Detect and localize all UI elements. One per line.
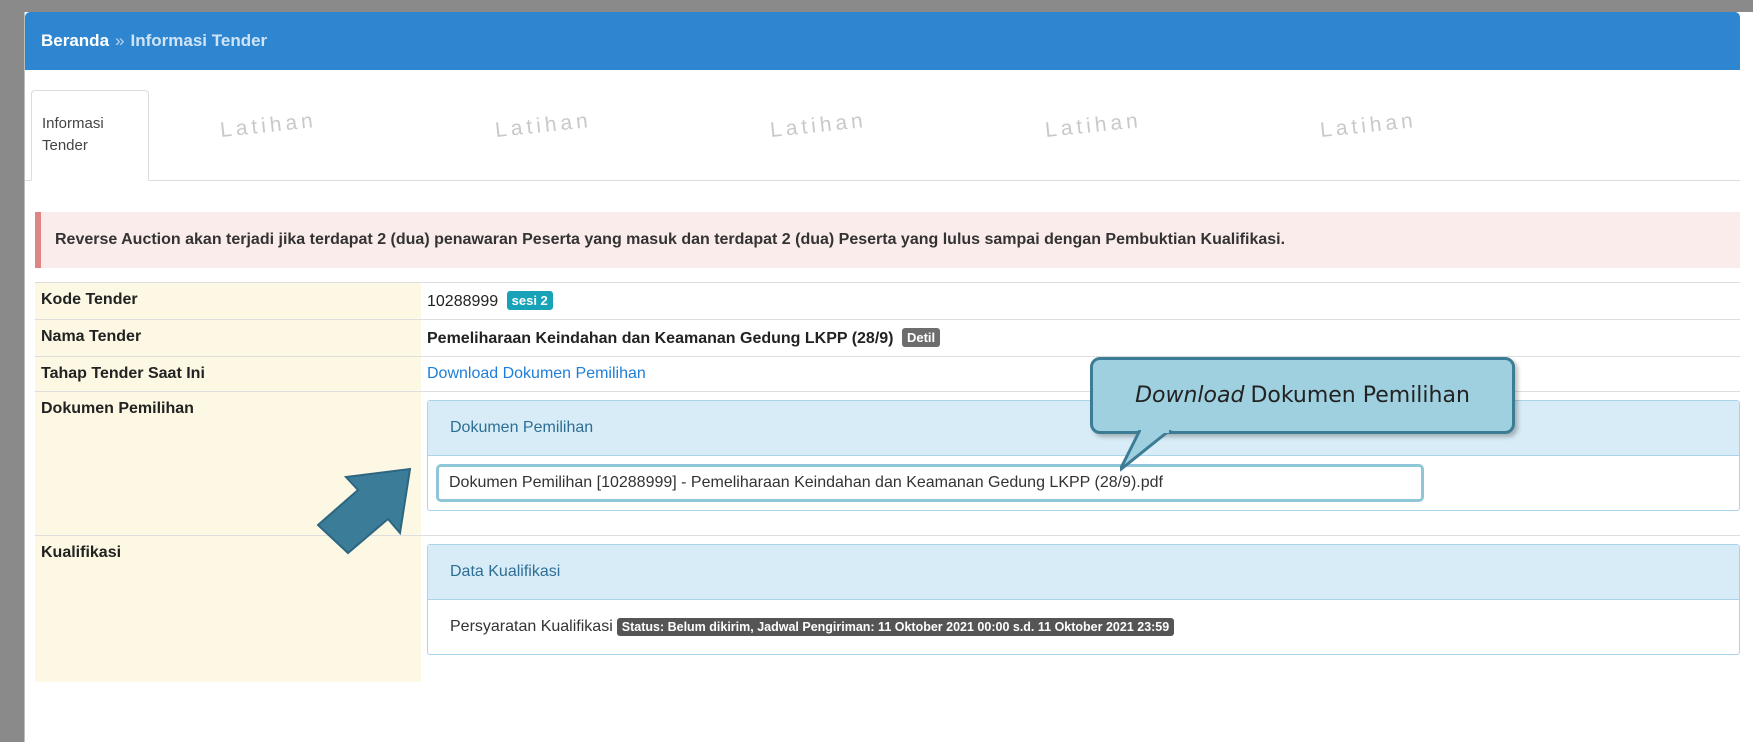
kualifikasi-label: Kualifikasi — [35, 535, 421, 682]
pointer-arrow-icon — [316, 467, 412, 555]
watermark: Latihan — [1319, 109, 1418, 143]
tab-informasi-tender[interactable]: Informasi Tender — [31, 90, 149, 181]
table-row: Kualifikasi Data Kualifikasi Persyaratan… — [35, 535, 1740, 682]
watermark: Latihan — [1044, 109, 1143, 143]
kualifikasi-panel-title: Data Kualifikasi — [428, 545, 1739, 600]
dokumen-file-link[interactable]: Dokumen Pemilihan [10288999] - Pemelihar… — [436, 464, 1424, 502]
watermark: Latihan — [494, 109, 593, 143]
tahap-tender-label: Tahap Tender Saat Ini — [35, 356, 421, 392]
dokumen-panel-body: Dokumen Pemilihan [10288999] - Pemelihar… — [428, 456, 1739, 510]
breadcrumb-home[interactable]: Beranda — [41, 31, 109, 51]
status-badge: Status: Belum dikirim, Jadwal Pengiriman… — [616, 618, 1175, 636]
detail-button[interactable]: Detil — [901, 328, 941, 347]
persyaratan-kualifikasi-link[interactable]: Persyaratan Kualifikasi — [450, 618, 613, 636]
breadcrumb: Beranda » Informasi Tender — [25, 12, 1740, 70]
tahap-tender-value: Download Dokumen Pemilihan — [421, 356, 1740, 392]
dokumen-panel: Dokumen Pemilihan Dokumen Pemilihan [102… — [427, 400, 1740, 511]
callout-italic: Download — [1135, 383, 1245, 408]
kode-tender-label: Kode Tender — [35, 282, 421, 320]
callout-tail-icon — [1120, 430, 1172, 472]
kode-tender-number: 10288999 — [427, 293, 499, 310]
reverse-auction-alert: Reverse Auction akan terjadi jika terdap… — [35, 212, 1740, 268]
dokumen-file-name: Dokumen Pemilihan [10288999] - Pemelihar… — [449, 474, 1163, 491]
session-badge: sesi 2 — [506, 291, 553, 310]
breadcrumb-separator: » — [115, 31, 125, 50]
tab-label-line2: Tender — [42, 137, 88, 154]
kode-tender-value: 10288999 sesi 2 — [421, 282, 1740, 320]
table-row: Nama Tender Pemeliharaan Keindahan dan K… — [35, 319, 1740, 357]
tahap-tender-link[interactable]: Download Dokumen Pemilihan — [427, 365, 646, 382]
callout-box: Download Dokumen Pemilihan — [1090, 357, 1515, 434]
nama-tender-text: Pemeliharaan Keindahan dan Keamanan Gedu… — [427, 330, 894, 347]
nama-tender-value: Pemeliharaan Keindahan dan Keamanan Gedu… — [421, 319, 1740, 357]
watermark: Latihan — [769, 109, 868, 143]
table-row: Kode Tender 10288999 sesi 2 — [35, 282, 1740, 320]
kualifikasi-value: Data Kualifikasi Persyaratan Kualifikasi… — [421, 535, 1740, 682]
kualifikasi-panel-body: Persyaratan Kualifikasi Status: Belum di… — [428, 600, 1739, 654]
dokumen-panel-title: Dokumen Pemilihan — [428, 401, 1739, 456]
dokumen-pemilihan-value: Dokumen Pemilihan Dokumen Pemilihan [102… — [421, 391, 1740, 536]
watermark: Latihan — [219, 109, 318, 143]
kualifikasi-panel: Data Kualifikasi Persyaratan Kualifikasi… — [427, 544, 1740, 655]
tab-bar: Informasi Tender Latihan Latihan Latihan… — [25, 70, 1740, 181]
tab-label-line1: Informasi — [42, 115, 104, 132]
breadcrumb-current: Informasi Tender — [130, 31, 268, 50]
alert-text: Reverse Auction akan terjadi jika terdap… — [55, 231, 1286, 248]
callout-text: Dokumen Pemilihan — [1250, 383, 1470, 408]
tender-info-table: Kode Tender 10288999 sesi 2 Nama Tender … — [35, 282, 1740, 682]
nama-tender-label: Nama Tender — [35, 319, 421, 357]
